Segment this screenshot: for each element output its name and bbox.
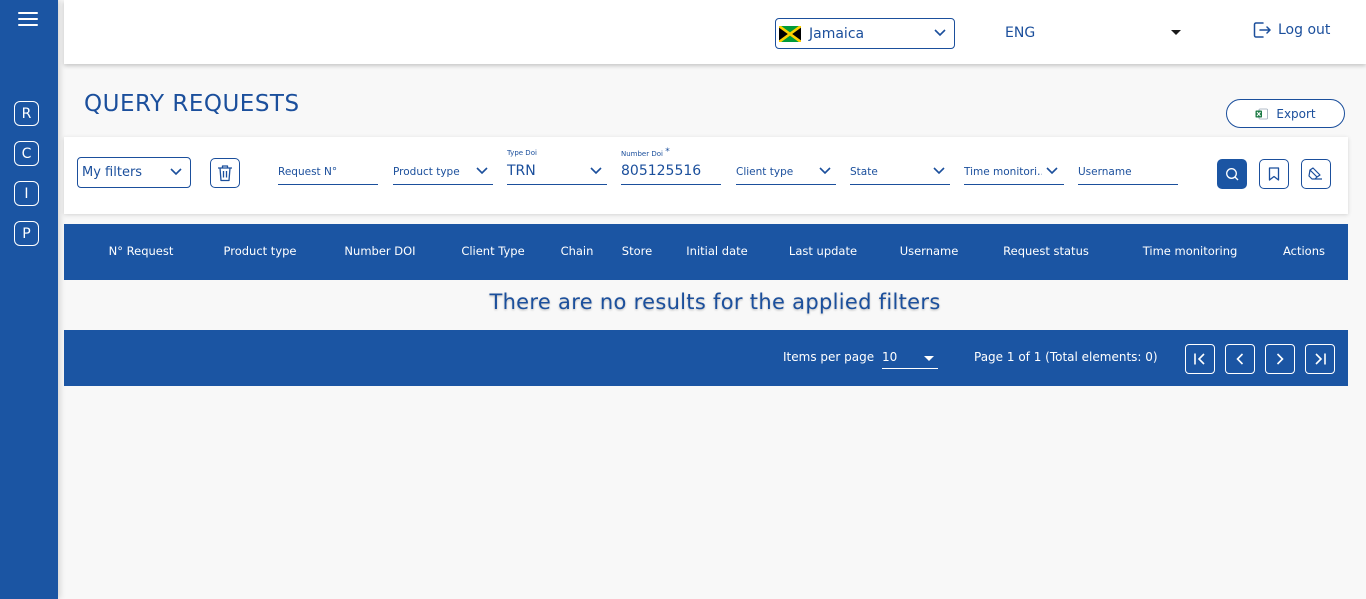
items-per-page-select[interactable]: 10 <box>882 346 938 369</box>
caret-down-icon <box>1171 30 1181 35</box>
next-page-button[interactable] <box>1265 344 1295 374</box>
number-doi-value: 805125516 <box>621 163 702 179</box>
logout-button[interactable]: Log out <box>1252 20 1330 40</box>
eraser-icon <box>1308 167 1322 180</box>
column-header-number-doi[interactable]: Number DOI <box>344 244 415 258</box>
column-header-client-type[interactable]: Client Type <box>461 244 524 258</box>
logout-icon <box>1253 22 1271 38</box>
chevron-down-icon <box>476 167 488 175</box>
type-doi-select[interactable]: Type Doi TRN <box>507 149 607 185</box>
items-per-page-label: Items per page <box>783 350 875 364</box>
chevron-left-icon <box>1236 353 1244 365</box>
sidebar-item-p[interactable]: P <box>14 221 39 246</box>
caret-down-icon <box>924 356 934 361</box>
search-icon <box>1226 168 1239 181</box>
chevron-down-icon <box>934 29 946 37</box>
clear-button[interactable] <box>1301 159 1331 189</box>
my-filters-label: My filters <box>82 165 143 180</box>
sidebar-item-c[interactable]: C <box>14 141 39 166</box>
country-label: Jamaica <box>809 25 865 42</box>
chevron-down-icon <box>170 168 182 176</box>
column-header-actions: Actions <box>1282 244 1326 258</box>
previous-page-button[interactable] <box>1225 344 1255 374</box>
clear-filters-button[interactable] <box>210 158 240 188</box>
client-type-select[interactable]: Client type <box>736 149 836 185</box>
empty-results-message: There are no results for the applied fil… <box>489 290 941 314</box>
language-label: ENG <box>1005 25 1036 41</box>
column-header-request-number[interactable]: N° Request <box>109 244 174 258</box>
page-title: QUERY REQUESTS <box>84 91 300 117</box>
type-doi-value: TRN <box>507 163 536 179</box>
state-placeholder: State <box>850 166 878 178</box>
product-type-select[interactable]: Product type <box>393 149 493 185</box>
chevron-down-icon <box>1046 167 1058 175</box>
language-select[interactable]: ENG <box>1005 22 1185 44</box>
column-header-request-status[interactable]: Request status <box>1003 244 1089 258</box>
export-label: Export <box>1276 106 1316 121</box>
search-button[interactable] <box>1217 159 1247 189</box>
chevron-down-icon <box>819 167 831 175</box>
table-header: N° Request Product type Number DOI Clien… <box>64 224 1348 280</box>
page-info: Page 1 of 1 (Total elements: 0) <box>974 350 1158 364</box>
column-header-store[interactable]: Store <box>622 244 652 258</box>
first-page-button[interactable] <box>1185 344 1215 374</box>
column-header-product-type[interactable]: Product type <box>223 244 296 258</box>
column-header-chain[interactable]: Chain <box>561 244 594 258</box>
bookmark-icon <box>1268 167 1280 181</box>
filter-panel: My filters Request N° Product type Type … <box>64 137 1348 214</box>
sidebar-item-r[interactable]: R <box>14 101 39 126</box>
time-monitoring-placeholder: Time monitori… <box>964 166 1042 178</box>
product-type-placeholder: Product type <box>393 166 460 178</box>
menu-icon[interactable] <box>18 12 38 28</box>
number-doi-input[interactable]: Number Doi * 805125516 <box>621 147 721 185</box>
state-select[interactable]: State <box>850 149 950 185</box>
top-bar: Jamaica ENG Log out <box>64 0 1366 64</box>
column-header-time-monitoring[interactable]: Time monitoring <box>1143 244 1238 258</box>
username-input[interactable]: Username <box>1078 149 1178 185</box>
trash-icon <box>218 165 232 182</box>
pagination-bar: Items per page 10 Page 1 of 1 (Total ele… <box>64 330 1348 386</box>
first-page-icon <box>1194 353 1205 365</box>
username-placeholder: Username <box>1078 166 1132 178</box>
sidebar: R C I P <box>0 0 58 599</box>
number-doi-label: Number Doi * <box>621 147 670 158</box>
excel-icon <box>1255 108 1269 119</box>
country-select[interactable]: Jamaica <box>775 18 955 49</box>
chevron-down-icon <box>933 167 945 175</box>
save-filter-button[interactable] <box>1259 159 1289 189</box>
column-header-initial-date[interactable]: Initial date <box>686 244 747 258</box>
column-header-last-update[interactable]: Last update <box>789 244 857 258</box>
time-monitoring-select[interactable]: Time monitori… <box>964 149 1064 185</box>
export-button[interactable]: Export <box>1226 99 1345 128</box>
last-page-button[interactable] <box>1305 344 1335 374</box>
jamaica-flag-icon <box>779 25 801 42</box>
request-number-input[interactable]: Request N° <box>278 149 378 185</box>
client-type-placeholder: Client type <box>736 166 794 178</box>
type-doi-label: Type Doi <box>507 149 537 157</box>
chevron-down-icon <box>590 167 602 175</box>
column-header-username[interactable]: Username <box>900 244 959 258</box>
last-page-icon <box>1315 353 1326 365</box>
my-filters-select[interactable]: My filters <box>77 157 191 188</box>
request-number-placeholder: Request N° <box>278 166 338 178</box>
items-per-page-value: 10 <box>882 350 898 364</box>
logout-label: Log out <box>1278 22 1331 38</box>
chevron-right-icon <box>1276 353 1284 365</box>
sidebar-item-i[interactable]: I <box>14 181 39 206</box>
